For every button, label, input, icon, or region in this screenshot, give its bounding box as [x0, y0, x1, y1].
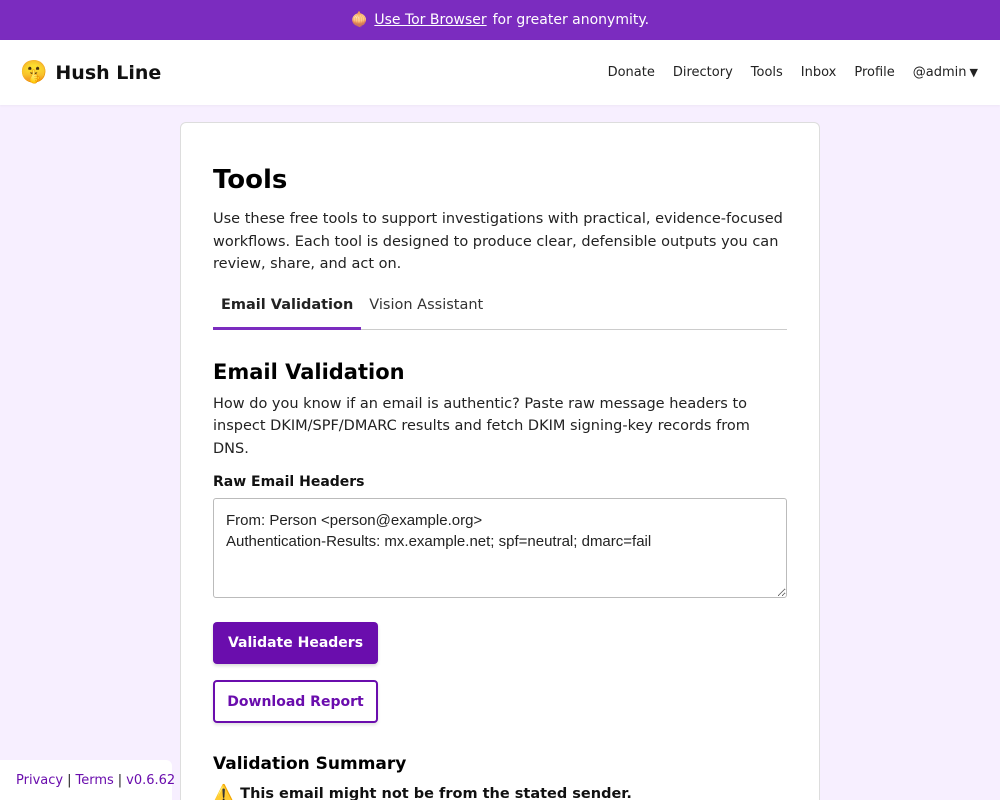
footer-separator: |	[67, 772, 72, 788]
brand-name: Hush Line	[55, 61, 162, 84]
main-nav: Donate Directory Tools Inbox Profile @ad…	[608, 65, 978, 80]
tools-card: Tools Use these free tools to support in…	[180, 122, 820, 800]
nav-profile[interactable]: Profile	[854, 65, 894, 80]
tab-email-validation[interactable]: Email Validation	[213, 295, 362, 330]
onion-icon: 🧅	[350, 12, 369, 28]
raw-headers-input[interactable]	[213, 498, 787, 598]
summary-title: Validation Summary	[213, 754, 407, 774]
shushing-face-icon: 🤫	[20, 59, 48, 85]
tor-banner: 🧅 Use Tor Browser for greater anonymity.	[0, 0, 1000, 40]
nav-directory[interactable]: Directory	[673, 65, 733, 80]
validate-headers-button[interactable]: Validate Headers	[213, 622, 378, 664]
nav-tools[interactable]: Tools	[751, 65, 783, 80]
privacy-link[interactable]: Privacy	[16, 773, 63, 788]
section-title: Email Validation	[213, 359, 405, 384]
page-intro: Use these free tools to support investig…	[213, 211, 783, 272]
warning-icon: ⚠️	[213, 784, 235, 800]
summary-text: This email might not be from the stated …	[240, 786, 632, 800]
summary-warning: ⚠️ This email might not be from the stat…	[213, 784, 787, 800]
brand-link[interactable]: 🤫 Hush Line	[20, 59, 162, 85]
raw-headers-label: Raw Email Headers	[213, 474, 365, 490]
tool-tabs: Email Validation Vision Assistant	[213, 295, 787, 330]
navbar: 🤫 Hush Line Donate Directory Tools Inbox…	[0, 40, 1000, 105]
user-menu[interactable]: @admin ▼	[913, 65, 978, 80]
nav-inbox[interactable]: Inbox	[801, 65, 837, 80]
footer-separator: |	[117, 772, 123, 788]
version-link[interactable]: v0.6.62	[126, 773, 175, 788]
download-report-button[interactable]: Download Report	[213, 680, 378, 723]
tab-vision-assistant[interactable]: Vision Assistant	[361, 295, 491, 330]
terms-link[interactable]: Terms	[75, 773, 113, 788]
tor-browser-link[interactable]: Use Tor Browser	[374, 12, 486, 28]
nav-donate[interactable]: Donate	[608, 65, 655, 80]
page-title: Tools	[213, 165, 288, 195]
user-menu-label: @admin	[912, 65, 967, 80]
banner-text: for greater anonymity.	[492, 12, 650, 28]
caret-down-icon: ▼	[969, 66, 978, 79]
footer: Privacy | Terms | v0.6.62	[0, 760, 175, 800]
section-description: How do you know if an email is authentic…	[213, 395, 750, 457]
